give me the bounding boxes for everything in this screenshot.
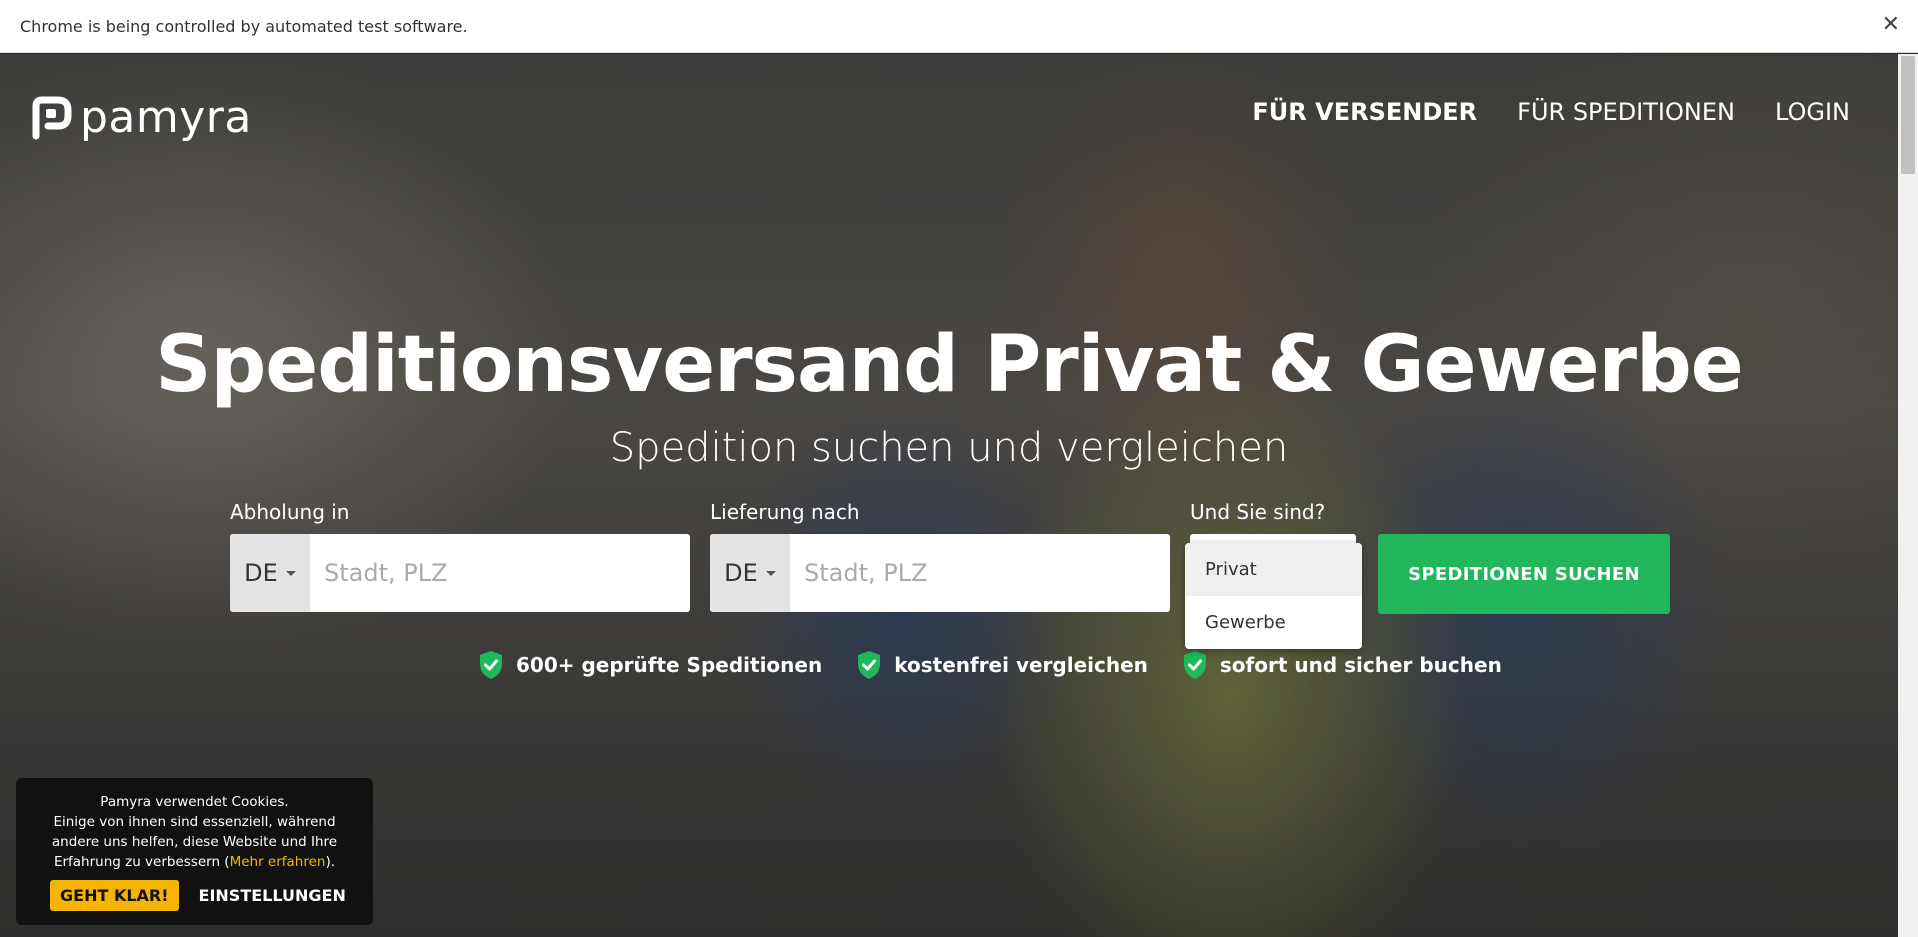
- delivery-country-value: DE: [724, 559, 758, 587]
- usp-badge: sofort und sicher buchen: [1182, 650, 1502, 680]
- option-privat[interactable]: Privat: [1185, 543, 1362, 596]
- infobar-message: Chrome is being controlled by automated …: [20, 16, 468, 36]
- shield-check-icon: [480, 651, 502, 679]
- usp-badge: kostenfrei vergleichen: [856, 650, 1148, 680]
- nav-fuer-versender[interactable]: FÜR VERSENDER: [1252, 98, 1477, 126]
- cookie-accept-button[interactable]: GEHT KLAR!: [50, 880, 179, 911]
- usp-text: kostenfrei vergleichen: [894, 653, 1148, 677]
- close-icon[interactable]: ✕: [1882, 12, 1900, 37]
- pickup-country-select[interactable]: DE: [230, 534, 310, 612]
- hero-subtitle: Spedition suchen und vergleichen: [609, 425, 1289, 471]
- automation-infobar: Chrome is being controlled by automated …: [0, 0, 1918, 53]
- usp-badges: 600+ geprüfte Speditionen kostenfrei ver…: [478, 650, 1502, 680]
- cookie-text: Einige von ihnen sind essenziell, währen…: [16, 812, 373, 872]
- scrollbar-thumb[interactable]: [1901, 56, 1915, 174]
- delivery-input[interactable]: [790, 534, 1170, 612]
- pickup-country-value: DE: [244, 559, 278, 587]
- shield-check-icon: [858, 651, 881, 679]
- pickup-field: DE: [230, 534, 690, 612]
- cookie-actions: GEHT KLAR! EINSTELLUNGEN: [50, 880, 346, 911]
- usp-badge: 600+ geprüfte Speditionen: [478, 650, 822, 680]
- search-button[interactable]: SPEDITIONEN SUCHEN: [1378, 534, 1670, 614]
- cookie-more-link[interactable]: Mehr erfahren: [230, 854, 326, 870]
- chevron-down-icon: [285, 570, 296, 576]
- cookie-title: Pamyra verwendet Cookies.: [100, 794, 289, 810]
- customer-type-dropdown: Privat Gewerbe: [1185, 543, 1362, 649]
- usp-text: 600+ geprüfte Speditionen: [516, 653, 823, 677]
- customer-type-label: Und Sie sind?: [1190, 500, 1326, 524]
- nav-fuer-speditionen[interactable]: FÜR SPEDITIONEN: [1517, 98, 1735, 126]
- delivery-label: Lieferung nach: [710, 500, 860, 524]
- cookie-banner: Pamyra verwendet Cookies. Einige von ihn…: [16, 778, 373, 925]
- delivery-country-select[interactable]: DE: [710, 534, 790, 612]
- scrollbar[interactable]: [1898, 54, 1918, 937]
- usp-text: sofort und sicher buchen: [1219, 653, 1502, 677]
- cookie-description-end: ).: [325, 854, 336, 870]
- delivery-field: DE: [710, 534, 1170, 612]
- logo-mark-icon: [30, 96, 72, 140]
- nav-login[interactable]: LOGIN: [1775, 98, 1850, 126]
- chevron-down-icon: [765, 570, 776, 576]
- shield-check-icon: [1183, 651, 1206, 679]
- main-nav: FÜR VERSENDER FÜR SPEDITIONEN LOGIN: [1252, 98, 1850, 126]
- pickup-label: Abholung in: [230, 500, 350, 524]
- cookie-settings-button[interactable]: EINSTELLUNGEN: [199, 886, 346, 905]
- pickup-input[interactable]: [310, 534, 690, 612]
- pamyra-logo[interactable]: pamyra: [30, 92, 252, 143]
- hero-title: Speditionsversand Privat & Gewerbe: [155, 320, 1743, 410]
- option-gewerbe[interactable]: Gewerbe: [1185, 596, 1362, 649]
- logo-wordmark: pamyra: [80, 92, 252, 143]
